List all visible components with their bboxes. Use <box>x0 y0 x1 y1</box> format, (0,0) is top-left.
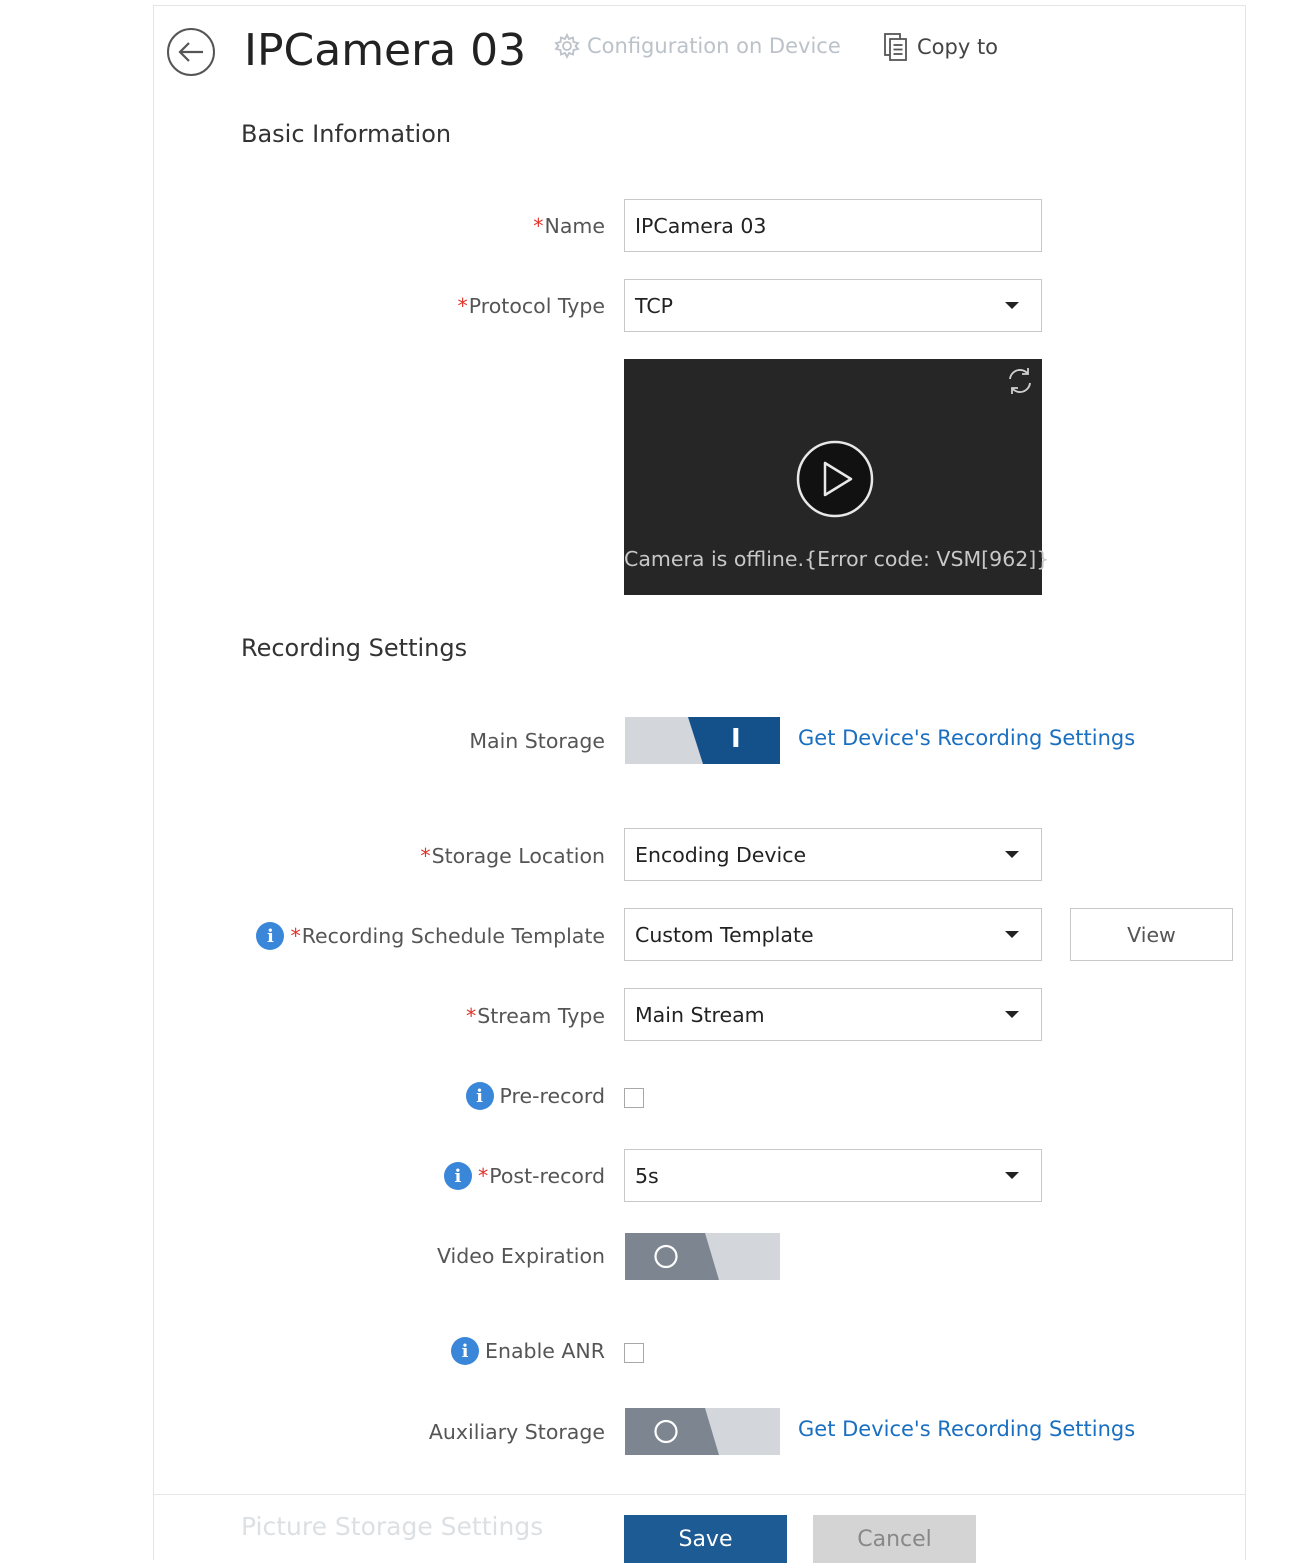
copy-to-link[interactable]: Copy to <box>883 32 998 62</box>
required-marker: * <box>465 1004 477 1028</box>
info-icon[interactable]: i <box>451 1337 480 1365</box>
storage-location-value: Encoding Device <box>635 842 807 867</box>
name-input-value: IPCamera 03 <box>635 213 767 238</box>
chevron-down-icon <box>1005 1011 1019 1018</box>
stream-type-label: *Stream Type <box>466 1001 605 1031</box>
info-icon[interactable]: i <box>443 1162 472 1190</box>
basic-information-title: Basic Information <box>241 120 452 148</box>
main-storage-toggle[interactable]: I <box>625 717 780 764</box>
footer-divider <box>153 1494 1246 1495</box>
toggle-off-graphic <box>625 1233 780 1280</box>
video-expiration-toggle[interactable] <box>625 1233 780 1280</box>
play-icon[interactable] <box>795 439 875 519</box>
post-record-select[interactable]: 5s <box>624 1149 1042 1202</box>
required-marker: * <box>457 294 468 318</box>
required-marker: * <box>533 214 544 238</box>
video-expiration-label: Video Expiration <box>436 1244 605 1268</box>
chevron-down-icon <box>1005 931 1019 938</box>
gear-icon <box>554 32 580 60</box>
enable-anr-label: i Enable ANR <box>451 1336 605 1366</box>
pre-record-label-text: Pre-record <box>499 1084 605 1108</box>
recording-settings-title: Recording Settings <box>241 634 468 662</box>
live-preview[interactable]: Camera is offline.{Error code: VSM[962]} <box>624 359 1050 595</box>
copy-document-icon <box>884 33 907 61</box>
required-marker: * <box>290 924 301 948</box>
page-title: IPCamera 03 <box>244 25 527 76</box>
name-label-text: Name <box>544 214 605 238</box>
preview-status-message: Camera is offline.{Error code: VSM[962]} <box>624 547 1050 571</box>
toggle-off-graphic <box>625 1408 780 1455</box>
recording-schedule-template-label: i *Recording Schedule Template <box>256 921 605 951</box>
chevron-down-icon <box>1005 302 1019 309</box>
protocol-type-label-text: Protocol Type <box>468 294 605 318</box>
toggle-on-indicator: I <box>731 724 741 754</box>
required-marker: * <box>477 1164 489 1188</box>
copy-to-label: Copy to <box>917 35 999 59</box>
configuration-on-device-label: Configuration on Device <box>587 34 841 58</box>
required-marker: * <box>420 844 431 868</box>
cancel-button[interactable]: Cancel <box>813 1515 976 1563</box>
toggle-on-graphic <box>625 717 780 764</box>
post-record-value: 5s <box>635 1163 659 1188</box>
enable-anr-checkbox[interactable] <box>624 1343 644 1363</box>
enable-anr-label-text: Enable ANR <box>485 1339 605 1363</box>
refresh-icon[interactable] <box>1004 365 1036 397</box>
get-device-recording-settings-link[interactable]: Get Device's Recording Settings <box>798 726 1135 750</box>
arrow-left-icon <box>178 42 203 62</box>
post-record-label-text: Post-record <box>489 1164 605 1188</box>
auxiliary-storage-label: Auxiliary Storage <box>428 1420 605 1444</box>
storage-location-label-text: Storage Location <box>431 844 605 868</box>
stream-type-label-text: Stream Type <box>477 1004 605 1028</box>
stream-type-select[interactable]: Main Stream <box>624 988 1042 1041</box>
picture-storage-settings-title: Picture Storage Settings <box>241 1512 544 1541</box>
configuration-on-device-link[interactable]: Configuration on Device <box>553 32 841 60</box>
stream-type-value: Main Stream <box>635 1002 765 1027</box>
protocol-type-select[interactable]: TCP <box>624 279 1042 332</box>
recording-schedule-template-label-text: Recording Schedule Template <box>301 924 605 948</box>
protocol-type-value: TCP <box>635 293 673 318</box>
storage-location-label: *Storage Location <box>420 841 605 871</box>
auxiliary-storage-toggle[interactable] <box>625 1408 780 1455</box>
storage-location-select[interactable]: Encoding Device <box>624 828 1042 881</box>
main-storage-label: Main Storage <box>469 729 605 753</box>
back-button[interactable] <box>167 28 215 76</box>
name-label: *Name <box>533 211 605 241</box>
info-icon[interactable]: i <box>256 922 285 950</box>
pre-record-label: i Pre-record <box>465 1081 605 1111</box>
chevron-down-icon <box>1005 1172 1019 1179</box>
pre-record-checkbox[interactable] <box>624 1088 644 1108</box>
info-icon[interactable]: i <box>465 1082 494 1110</box>
chevron-down-icon <box>1005 851 1019 858</box>
recording-schedule-template-value: Custom Template <box>635 922 814 947</box>
aux-get-device-recording-settings-link[interactable]: Get Device's Recording Settings <box>798 1417 1135 1441</box>
save-button[interactable]: Save <box>624 1515 787 1563</box>
post-record-label: i *Post-record <box>443 1161 605 1191</box>
protocol-type-label: *Protocol Type <box>458 291 605 321</box>
view-template-button[interactable]: View <box>1070 908 1233 961</box>
name-input[interactable]: IPCamera 03 <box>624 199 1042 252</box>
recording-schedule-template-select[interactable]: Custom Template <box>624 908 1042 961</box>
